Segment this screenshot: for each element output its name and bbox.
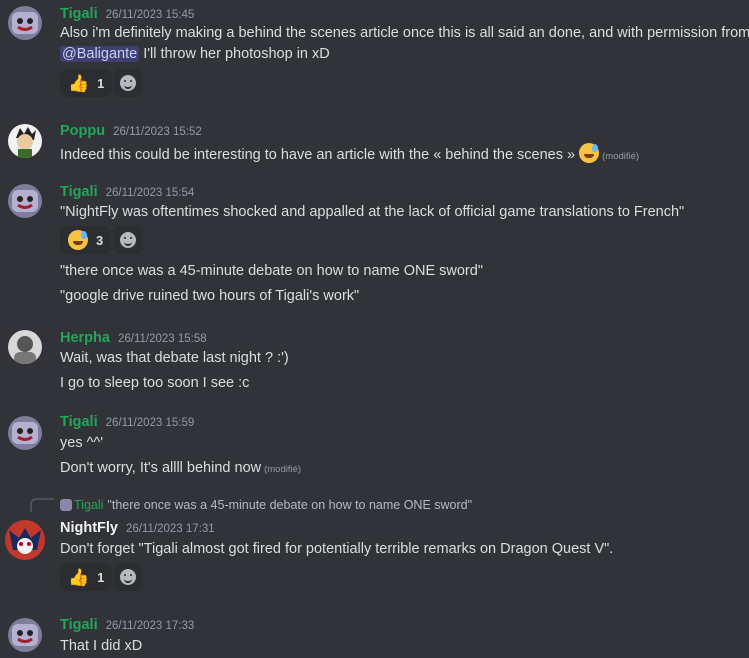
message-text: Indeed this could be interesting to have… (60, 147, 576, 163)
message-text-line2: @Baligante I'll throw her photoshop in x… (60, 46, 330, 62)
sweat-smile-icon (68, 230, 88, 250)
message-header: Tigali 26/11/2023 17:33 (60, 617, 194, 633)
timestamp: 26/11/2023 15:58 (117, 333, 207, 345)
avatar-tigali[interactable] (8, 184, 42, 218)
avatar-tigali[interactable] (8, 618, 42, 652)
thumbs-up-icon: 👍 (68, 73, 90, 93)
message-text: Don't worry, It's allll behind now (60, 460, 262, 476)
message-header: Herpha 26/11/2023 15:58 (60, 330, 207, 346)
add-reaction-button[interactable] (113, 226, 143, 254)
reply-author: Tigali (74, 498, 104, 512)
avatar-tigali[interactable] (8, 6, 42, 40)
author-name[interactable]: Tigali (60, 617, 98, 633)
timestamp: 26/11/2023 17:33 (105, 620, 195, 632)
sweat-smile-icon (579, 143, 600, 163)
reply-preview[interactable]: Tigali "there once was a 45-minute debate… (60, 498, 472, 512)
author-name[interactable]: Tigali (60, 414, 98, 430)
thumbs-up-icon: 👍 (68, 567, 90, 587)
message-text: Wait, was that debate last night ? :') (60, 350, 289, 366)
avatar-herpha[interactable] (8, 330, 42, 364)
message-text: I go to sleep too soon I see :c (60, 375, 250, 391)
message-header: Poppu 26/11/2023 15:52 (60, 123, 202, 139)
message-header: Tigali 26/11/2023 15:45 (60, 6, 194, 22)
reply-text: "there once was a 45-minute debate on ho… (107, 498, 473, 512)
author-name[interactable]: Tigali (60, 6, 98, 22)
author-name[interactable]: NightFly (60, 520, 118, 536)
add-reaction-button[interactable] (113, 69, 143, 97)
add-reaction-icon (120, 232, 136, 248)
message-text: "google drive ruined two hours of Tigali… (60, 288, 360, 304)
message-text: That I did xD (60, 638, 143, 654)
reaction-count: 3 (96, 232, 104, 248)
timestamp: 26/11/2023 15:54 (105, 187, 195, 199)
reaction-count: 1 (97, 569, 105, 585)
reaction-sweat-smile[interactable]: 3 (60, 226, 112, 254)
timestamp: 26/11/2023 15:59 (105, 417, 195, 429)
avatar-tigali[interactable] (8, 416, 42, 450)
author-name[interactable]: Tigali (60, 184, 98, 200)
message-text: Also i'm definitely making a behind the … (60, 25, 749, 41)
message-header: Tigali 26/11/2023 15:59 (60, 414, 194, 430)
reaction-thumbs-up[interactable]: 👍 1 (60, 69, 113, 97)
message-text-line: Don't worry, It's allll behind now (modif… (60, 460, 301, 476)
add-reaction-button[interactable] (113, 563, 143, 591)
reaction-count: 1 (97, 75, 105, 91)
reply-connector (30, 498, 54, 512)
avatar-poppu[interactable] (8, 124, 42, 158)
edited-label: (modifié) (264, 464, 302, 475)
message-text: "there once was a 45-minute debate on ho… (60, 263, 483, 279)
reaction-thumbs-up[interactable]: 👍 1 (60, 563, 113, 591)
author-name[interactable]: Poppu (60, 123, 105, 139)
add-reaction-icon (120, 569, 136, 585)
message-text: "NightFly was oftentimes shocked and app… (60, 204, 685, 220)
message-text: yes ^^' (60, 435, 103, 451)
reply-avatar-icon (60, 499, 72, 511)
avatar-nightfly[interactable] (5, 520, 45, 560)
timestamp: 26/11/2023 17:31 (126, 523, 215, 535)
timestamp: 26/11/2023 15:52 (113, 126, 202, 138)
message-text-continued: I'll throw her photoshop in xD (139, 46, 330, 62)
message-header: NightFly 26/11/2023 17:31 (60, 520, 215, 536)
edited-label: (modifié) (602, 151, 640, 162)
message-text-line: Indeed this could be interesting to have… (60, 143, 639, 163)
timestamp: 26/11/2023 15:45 (105, 9, 195, 21)
add-reaction-icon (120, 75, 136, 91)
author-name[interactable]: Herpha (60, 330, 110, 346)
message-text: Don't forget "Tigali almost got fired fo… (60, 541, 614, 557)
message-header: Tigali 26/11/2023 15:54 (60, 184, 194, 200)
user-mention[interactable]: @Baligante (60, 46, 140, 62)
